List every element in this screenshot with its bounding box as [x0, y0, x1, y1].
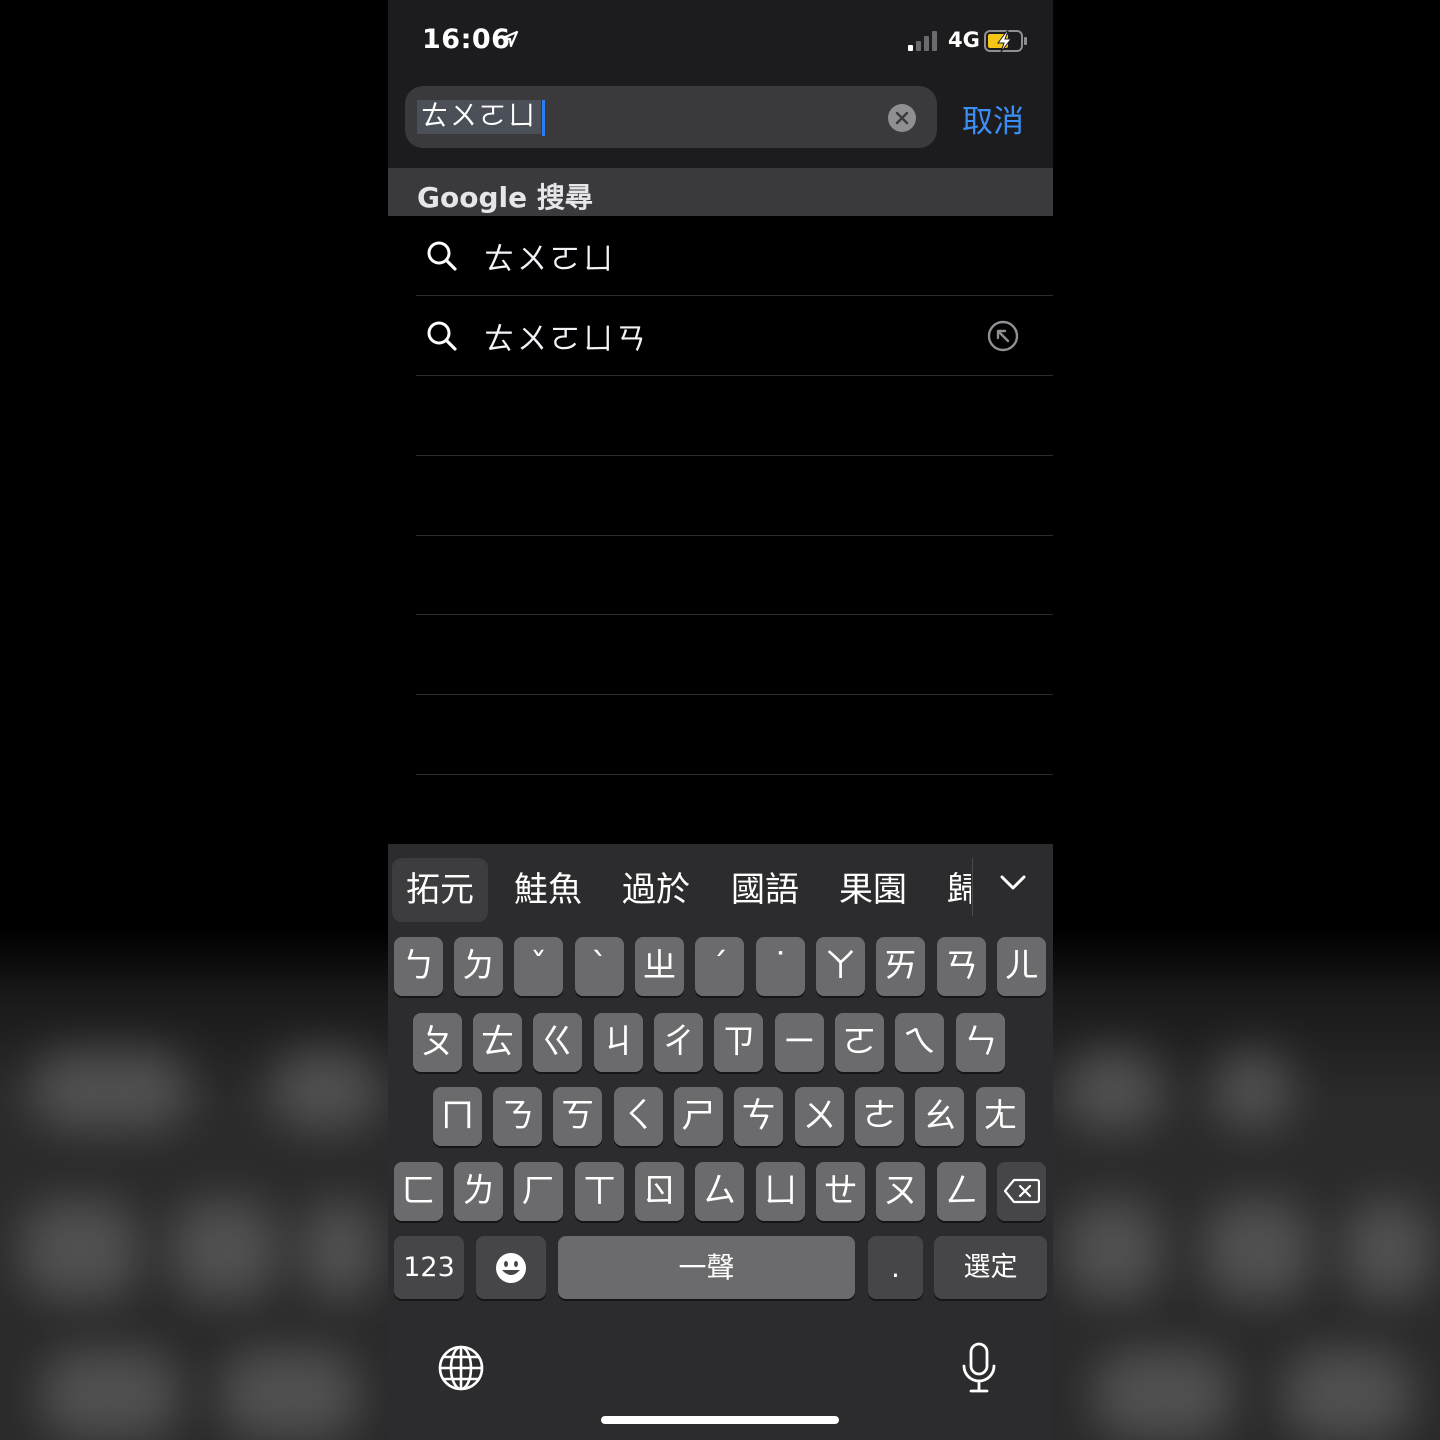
- search-input[interactable]: ㄊㄨㄛㄩ: [405, 86, 937, 148]
- blurred-backdrop-left: [0, 0, 388, 1440]
- suggestion-text: ㄊㄨㄛㄩ: [484, 242, 616, 277]
- divider: [416, 455, 1053, 456]
- key[interactable]: ㄉ: [454, 937, 503, 996]
- chevron-down-icon[interactable]: [1000, 874, 1026, 892]
- key[interactable]: ˙: [756, 937, 805, 996]
- cellular-signal-icon: [908, 31, 937, 51]
- candidate-separator: [972, 858, 973, 916]
- key[interactable]: ˇ: [514, 937, 563, 996]
- numbers-key[interactable]: 123: [394, 1236, 464, 1299]
- key[interactable]: ㄋ: [493, 1087, 542, 1146]
- candidate-item[interactable]: 拓元: [392, 858, 488, 922]
- bopomofo-keyboard: 拓元 鮭魚 過於 國語 果園 歸 ㄅ ㄉ ˇ ˋ ㄓ ˊ ˙ ㄚ ㄞ ㄢ ㄦ ㄆ…: [388, 844, 1053, 1440]
- key[interactable]: ㄊ: [473, 1013, 522, 1072]
- status-time: 16:06: [422, 24, 511, 55]
- network-type: 4G: [948, 28, 980, 52]
- key[interactable]: ㄐ: [594, 1013, 643, 1072]
- search-icon: [427, 241, 457, 271]
- key[interactable]: ㄛ: [835, 1013, 884, 1072]
- key[interactable]: ㄙ: [695, 1162, 744, 1221]
- key[interactable]: ㄡ: [876, 1162, 925, 1221]
- candidate-item[interactable]: 果園: [839, 858, 907, 922]
- select-key[interactable]: 選定: [934, 1236, 1047, 1299]
- backspace-key[interactable]: [997, 1162, 1046, 1221]
- key[interactable]: ㄅ: [394, 937, 443, 996]
- key[interactable]: ㄚ: [816, 937, 865, 996]
- key[interactable]: ㄗ: [714, 1013, 763, 1072]
- key[interactable]: ㄎ: [553, 1087, 602, 1146]
- phone-screen: 16:06 4G ㄊㄨㄛㄩ 取消 Google 搜尋 ㄊㄨㄛㄩ ㄊㄨㄛㄩㄢ 拓元…: [388, 0, 1053, 1440]
- key[interactable]: ㄈ: [394, 1162, 443, 1221]
- emoji-key[interactable]: [476, 1236, 546, 1299]
- key[interactable]: ˋ: [575, 937, 624, 996]
- key[interactable]: ㄑ: [614, 1087, 663, 1146]
- divider: [416, 535, 1053, 536]
- key[interactable]: ㄟ: [895, 1013, 944, 1072]
- microphone-icon[interactable]: [961, 1342, 997, 1394]
- backspace-icon: [1003, 1178, 1040, 1204]
- key[interactable]: ㄏ: [514, 1162, 563, 1221]
- divider: [416, 694, 1053, 695]
- key[interactable]: ㄒ: [575, 1162, 624, 1221]
- key[interactable]: ㄝ: [816, 1162, 865, 1221]
- home-indicator[interactable]: [601, 1416, 839, 1424]
- search-bar: ㄊㄨㄛㄩ 取消: [388, 80, 1053, 168]
- key[interactable]: ㄥ: [937, 1162, 986, 1221]
- key[interactable]: ㄣ: [956, 1013, 1005, 1072]
- key[interactable]: ㄇ: [433, 1087, 482, 1146]
- divider: [416, 614, 1053, 615]
- search-icon: [427, 321, 457, 351]
- key[interactable]: ㄍ: [533, 1013, 582, 1072]
- key[interactable]: ㄢ: [937, 937, 986, 996]
- key[interactable]: ㄠ: [915, 1087, 964, 1146]
- location-arrow-icon: [501, 30, 519, 48]
- key[interactable]: ㄆ: [413, 1013, 462, 1072]
- space-key[interactable]: 一聲: [558, 1236, 855, 1299]
- text-caret: [542, 100, 545, 136]
- period-key[interactable]: .: [868, 1236, 923, 1299]
- clear-search-button[interactable]: [888, 104, 916, 132]
- suggestion-row[interactable]: ㄊㄨㄛㄩㄢ: [388, 296, 1053, 376]
- cancel-button[interactable]: 取消: [962, 96, 1024, 141]
- candidate-item[interactable]: 鮭魚: [514, 858, 582, 922]
- key[interactable]: ㄨ: [795, 1087, 844, 1146]
- emoji-icon: [496, 1253, 526, 1283]
- suggestion-text: ㄊㄨㄛㄩㄢ: [484, 322, 649, 357]
- key[interactable]: ㄜ: [855, 1087, 904, 1146]
- key[interactable]: ㄤ: [976, 1087, 1025, 1146]
- globe-icon[interactable]: [437, 1344, 485, 1392]
- candidate-bar: 拓元 鮭魚 過於 國語 果園 歸: [388, 844, 1053, 928]
- key[interactable]: ㄘ: [734, 1087, 783, 1146]
- battery-charging-icon: [984, 30, 1027, 53]
- candidate-item[interactable]: 國語: [731, 858, 799, 922]
- results-section-header: Google 搜尋: [388, 168, 1053, 216]
- status-bar: 16:06 4G: [388, 0, 1053, 80]
- key[interactable]: ㄞ: [876, 937, 925, 996]
- divider: [416, 774, 1053, 775]
- key[interactable]: ㄦ: [997, 937, 1046, 996]
- key[interactable]: ˊ: [695, 937, 744, 996]
- key[interactable]: ㄧ: [775, 1013, 824, 1072]
- key[interactable]: ㄕ: [674, 1087, 723, 1146]
- key[interactable]: ㄌ: [454, 1162, 503, 1221]
- candidate-item[interactable]: 歸: [947, 858, 971, 922]
- divider: [416, 375, 1053, 376]
- search-query-text: ㄊㄨㄛㄩ: [417, 100, 541, 134]
- candidate-item[interactable]: 過於: [622, 858, 690, 922]
- key[interactable]: ㄖ: [635, 1162, 684, 1221]
- close-icon: [895, 111, 909, 125]
- fill-query-arrow-icon[interactable]: [987, 320, 1019, 352]
- key[interactable]: ㄩ: [756, 1162, 805, 1221]
- suggestion-row[interactable]: ㄊㄨㄛㄩ: [388, 216, 1053, 296]
- blurred-backdrop-right: [1053, 0, 1440, 1440]
- key[interactable]: ㄓ: [635, 937, 684, 996]
- key[interactable]: ㄔ: [654, 1013, 703, 1072]
- section-title: Google 搜尋: [417, 181, 593, 214]
